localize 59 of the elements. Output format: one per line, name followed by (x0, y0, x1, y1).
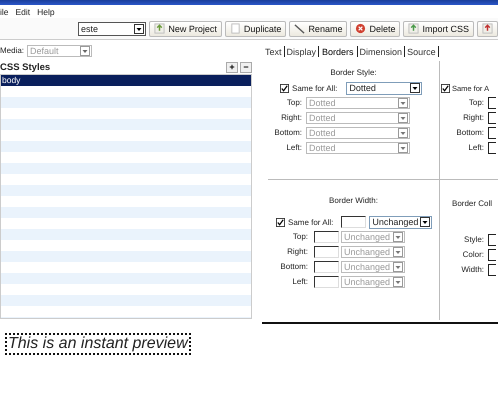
menu-item[interactable]: ile (0, 6, 9, 16)
field-label: Style: (462, 235, 485, 244)
side-label: Top: (468, 98, 485, 107)
width-input[interactable] (314, 276, 339, 288)
menu-item[interactable]: Edit (16, 6, 30, 16)
toolbar-button[interactable]: New Project (149, 20, 222, 36)
toolbar-button[interactable] (477, 20, 498, 36)
group-title: Border Style: (329, 68, 378, 78)
side-label: Top: (292, 232, 309, 241)
field-label: Color: (462, 250, 485, 259)
checkbox[interactable] (280, 84, 289, 92)
collapse-field[interactable] (488, 248, 496, 260)
toolbar-button[interactable]: Rename (289, 20, 348, 36)
side-label: Left: (285, 143, 303, 152)
unit-select[interactable]: Unchanged (369, 216, 432, 228)
width-input[interactable] (314, 230, 339, 242)
tab[interactable]: Borders (321, 46, 355, 56)
collapse-field[interactable] (488, 234, 496, 246)
checkbox-label: Same for All: (288, 218, 334, 226)
group-title: Border Width: (328, 196, 379, 206)
width-input[interactable] (314, 260, 339, 272)
side-label: Bottom: (279, 262, 309, 271)
tab[interactable]: Dimension (360, 46, 402, 56)
side-label: Left: (291, 277, 309, 286)
checkbox-label: Same for All: (292, 84, 338, 92)
style-select[interactable]: Dotted (346, 82, 422, 94)
side-label: Right: (286, 247, 309, 256)
side-label: Top: (286, 98, 303, 107)
checkbox[interactable] (441, 84, 450, 92)
list-item[interactable]: body (1, 75, 251, 86)
tab[interactable]: Source (407, 46, 436, 56)
side-label: Bottom: (455, 128, 485, 137)
remove-button[interactable]: − (240, 62, 252, 73)
side-label: Right: (462, 113, 485, 122)
toolbar-button[interactable]: Delete (350, 20, 400, 36)
tab[interactable]: Display (286, 46, 316, 56)
toolbar-button[interactable]: Duplicate (224, 20, 286, 36)
side-label: Left: (467, 143, 485, 152)
media-label: Media: (0, 46, 24, 55)
panel-title: CSS Styles (0, 62, 50, 73)
toolbar-button[interactable]: Import CSS (403, 20, 474, 36)
color-field[interactable] (488, 112, 496, 124)
add-button[interactable]: + (226, 62, 238, 73)
side-label: Right: (280, 113, 303, 122)
color-field[interactable] (488, 96, 496, 108)
side-label: Bottom: (273, 128, 303, 137)
field-label: Width: (460, 265, 485, 274)
delete-icon (355, 23, 366, 34)
tab[interactable]: Text (265, 46, 282, 56)
menu-item[interactable]: Help (37, 6, 55, 16)
color-field[interactable] (488, 142, 496, 154)
preview-text: This is an instant preview (5, 333, 191, 355)
collapse-field[interactable] (488, 264, 496, 276)
color-field[interactable] (488, 126, 496, 138)
width-input[interactable] (314, 246, 339, 258)
project-combo[interactable]: este (78, 22, 146, 36)
group-title: Border Coll (452, 199, 494, 208)
width-input[interactable] (341, 216, 366, 228)
checkbox[interactable] (276, 218, 285, 226)
